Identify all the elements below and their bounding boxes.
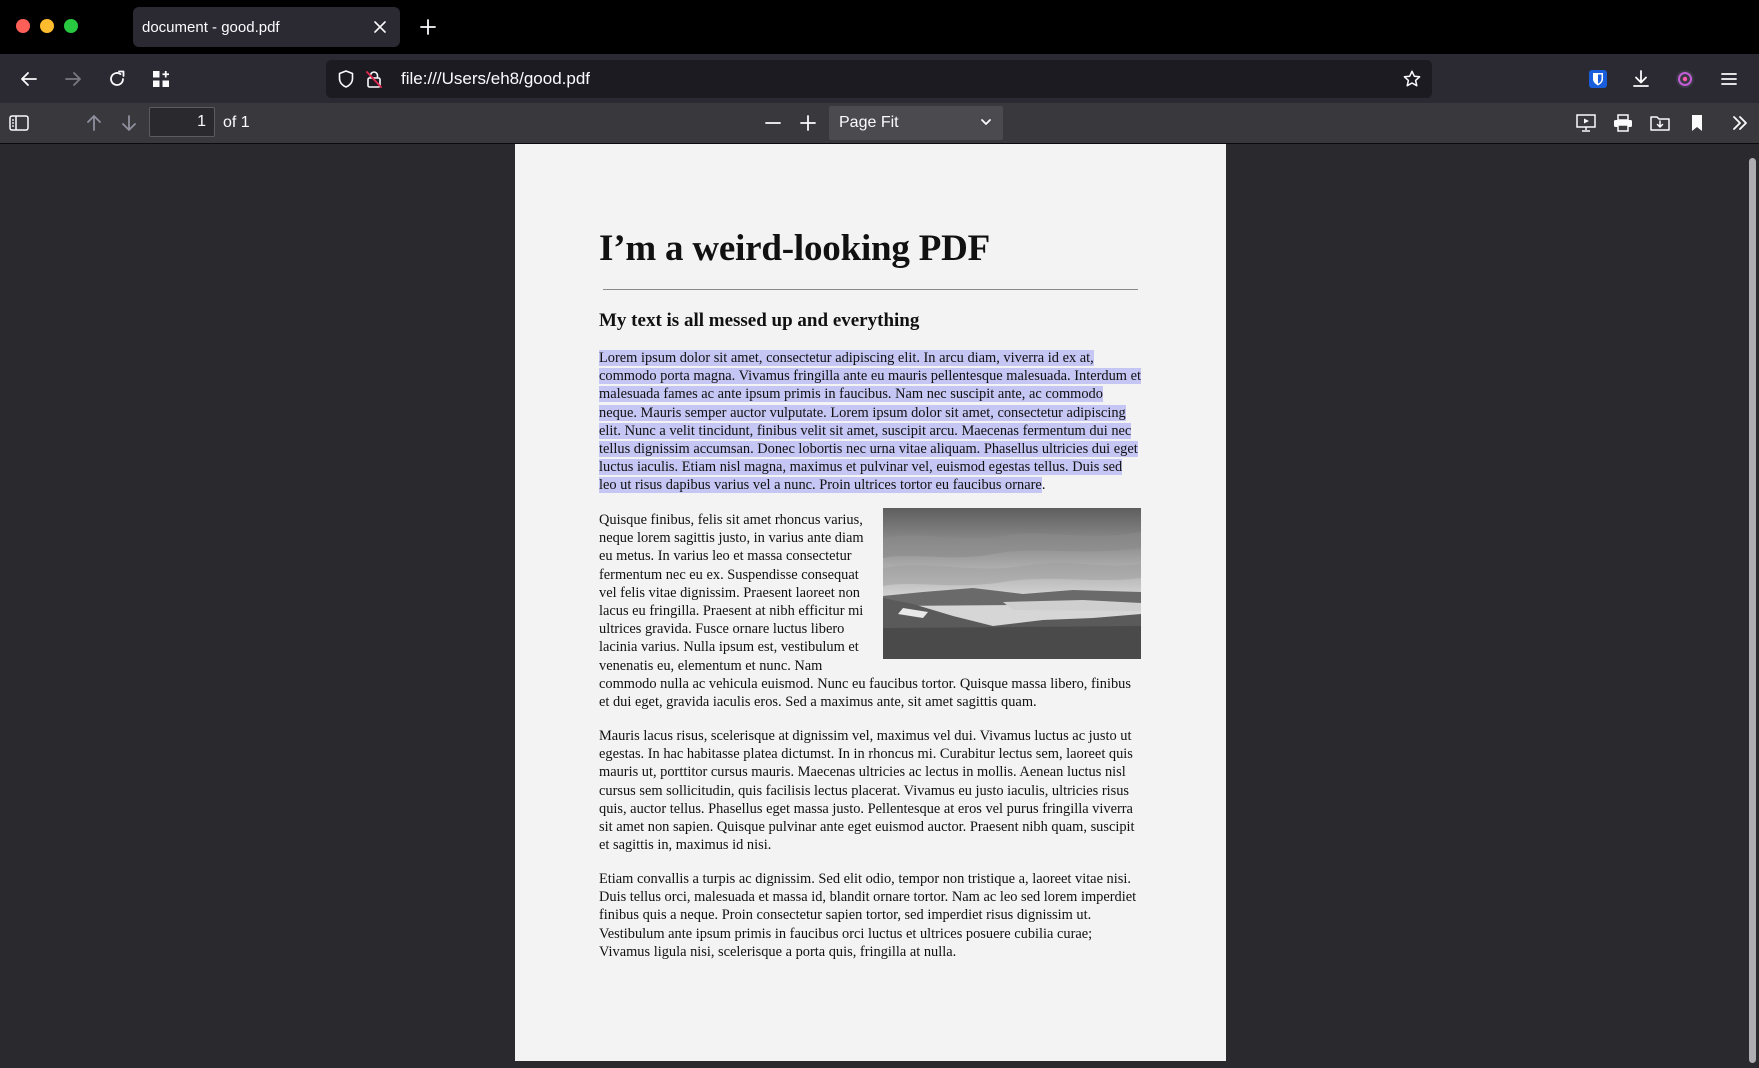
zoom-select[interactable]: Page Fit <box>829 106 1003 140</box>
tab-document[interactable]: document - good.pdf <box>133 7 400 47</box>
insecure-lock-icon[interactable] <box>362 67 386 91</box>
save-icon[interactable] <box>1648 111 1672 135</box>
pdf-page[interactable]: I’m a weird-looking PDF My text is all m… <box>515 144 1226 1061</box>
url-text[interactable]: file:///Users/eh8/good.pdf <box>401 69 590 89</box>
minimize-window-button[interactable] <box>40 19 54 33</box>
scrollbar-thumb[interactable] <box>1749 158 1756 1063</box>
zoom-select-value: Page Fit <box>839 114 899 131</box>
chevron-down-icon <box>979 115 993 134</box>
landscape-image <box>883 508 1141 659</box>
zoom-in-icon[interactable] <box>796 111 820 135</box>
url-bar[interactable]: file:///Users/eh8/good.pdf <box>326 60 1432 98</box>
bitwarden-icon[interactable] <box>1585 66 1611 92</box>
text-selection[interactable]: Lorem ipsum dolor sit amet, consectetur … <box>599 350 1141 494</box>
document-title: I’m a weird-looking PDF <box>599 228 991 269</box>
paragraph-selected[interactable]: Lorem ipsum dolor sit amet, consectetur … <box>599 349 1143 495</box>
presentation-icon[interactable] <box>1574 111 1598 135</box>
document-subtitle: My text is all messed up and everything <box>599 310 920 331</box>
extensions-icon[interactable] <box>148 66 174 92</box>
zoom-window-button[interactable] <box>64 19 78 33</box>
download-icon[interactable] <box>1628 66 1654 92</box>
bookmark-icon[interactable] <box>1685 111 1709 135</box>
print-icon[interactable] <box>1611 111 1635 135</box>
paragraph: Mauris lacus risus, scelerisque at digni… <box>599 728 1135 854</box>
plus-icon[interactable] <box>416 15 440 39</box>
tab-title: document - good.pdf <box>142 18 280 36</box>
navigation-bar: file:///Users/eh8/good.pdf <box>0 54 1759 103</box>
shield-icon[interactable] <box>334 67 358 91</box>
sidebar-toggle-icon[interactable] <box>7 111 31 135</box>
star-icon[interactable] <box>1400 67 1424 91</box>
pdf-viewer[interactable]: I’m a weird-looking PDF My text is all m… <box>0 144 1759 1068</box>
close-window-button[interactable] <box>16 19 30 33</box>
zoom-out-icon[interactable] <box>761 111 785 135</box>
paragraph: Etiam convallis a turpis ac dignissim. S… <box>599 871 1137 960</box>
paragraph-end: . <box>1041 477 1046 494</box>
page-count-label: of 1 <box>223 114 250 131</box>
page-down-icon[interactable] <box>117 111 141 135</box>
reload-icon[interactable] <box>104 66 130 92</box>
pdf-toolbar: 1 of 1 Page Fit <box>0 103 1759 144</box>
page-number-input[interactable]: 1 <box>149 107 215 137</box>
profile-icon[interactable] <box>1672 66 1698 92</box>
more-tools-icon[interactable] <box>1728 111 1752 135</box>
title-bar: document - good.pdf <box>0 0 1759 54</box>
close-icon[interactable] <box>368 15 392 39</box>
scrollbar[interactable] <box>1747 144 1759 1068</box>
title-divider <box>603 289 1138 290</box>
menu-icon[interactable] <box>1716 66 1742 92</box>
forward-arrow-icon[interactable] <box>60 66 86 92</box>
back-arrow-icon[interactable] <box>16 66 42 92</box>
paragraph-with-figure[interactable]: Quisque finibus, felis sit amet rhoncus … <box>599 508 1141 711</box>
page-up-icon[interactable] <box>82 111 106 135</box>
